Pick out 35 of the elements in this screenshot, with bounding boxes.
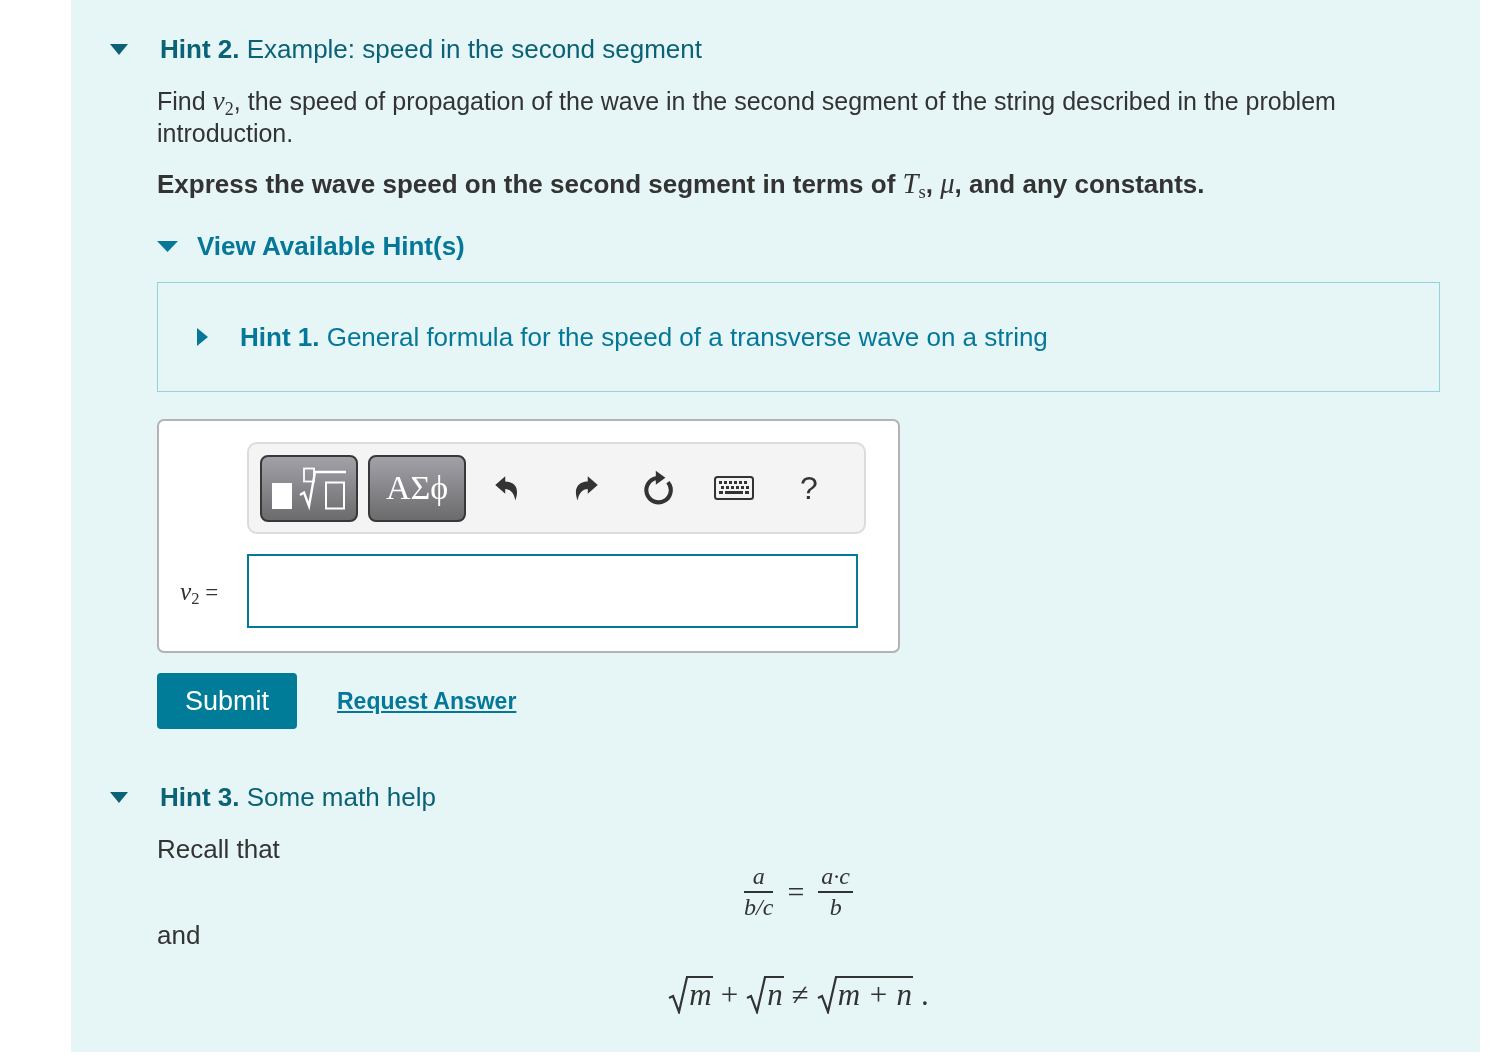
fraction-numerator: a·c [818, 864, 853, 893]
fraction-numerator: a [744, 864, 774, 893]
instruction-text: Express the wave speed on the second segment in terms of T$_{s}$, μ, and any constants. [157, 168, 1206, 200]
hint-heading[interactable]: Hint 1. General formula for the speed of a transverse wave on a string [240, 321, 1048, 353]
fraction-denominator: b [828, 893, 843, 920]
answer-field[interactable] [247, 554, 858, 628]
answer-label: v$_{2}$ = [179, 576, 219, 606]
math-operator: ≠ [791, 976, 809, 1014]
hint-heading[interactable]: Hint 3. Some math help [160, 781, 436, 813]
radicand: m [688, 976, 713, 1012]
symbols-button[interactable]: ΑΣϕ [368, 454, 466, 522]
view-hints-link[interactable]: View Available Hint(s) [197, 230, 465, 262]
radical-sign-icon [746, 976, 767, 1014]
request-answer-link[interactable]: Request Answer [337, 687, 517, 715]
reset-icon [642, 470, 676, 506]
caret-down-icon[interactable] [110, 791, 128, 803]
hint-heading[interactable]: Hint 2. Example: speed in the second segment [160, 33, 702, 65]
caret-down-icon[interactable] [110, 43, 128, 55]
math-relation: = [787, 875, 805, 909]
help-button[interactable]: ? [779, 458, 839, 518]
prompt-text: Find v$_{2}$, the speed of propagation of the wave in the second segment of the string described in the problem introduction. [157, 85, 1337, 149]
templates-button[interactable] [260, 454, 358, 522]
math-operator: + [720, 976, 739, 1014]
radical-sign-icon [816, 976, 837, 1014]
caret-right-icon[interactable] [197, 328, 208, 346]
radical-sign-icon [668, 976, 689, 1014]
submit-button[interactable]: Submit [157, 673, 297, 729]
math-operator: . [920, 976, 929, 1014]
body-text: and [157, 919, 202, 951]
caret-down-icon[interactable] [157, 240, 178, 252]
radicand: m + n [836, 976, 913, 1012]
keyboard-icon [714, 476, 754, 500]
body-text: Recall that [157, 833, 281, 865]
fraction-denominator: b/c [744, 893, 774, 920]
radicand: n [766, 976, 784, 1012]
